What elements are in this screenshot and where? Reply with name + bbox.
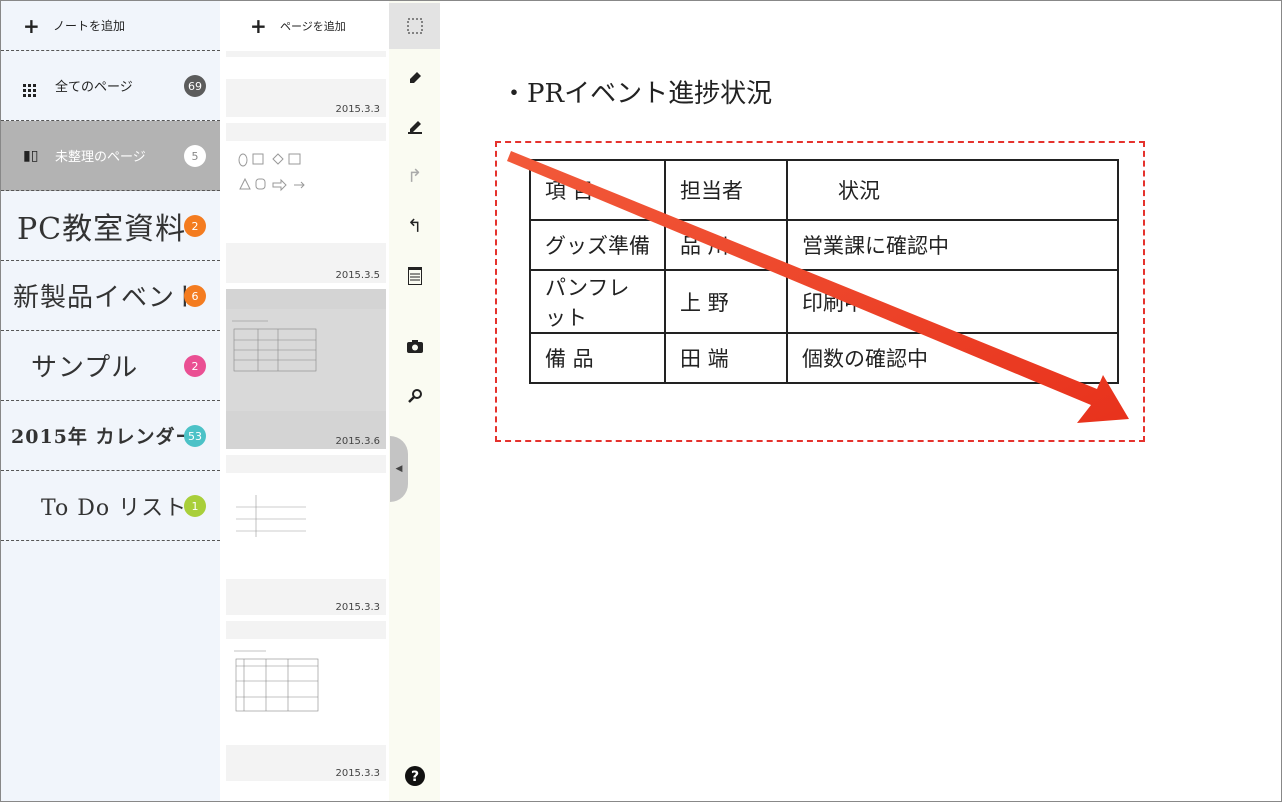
shapes-sketch xyxy=(238,153,305,192)
table-header-cell: 状況 xyxy=(786,158,1119,222)
collapse-panel-handle[interactable]: ◀ xyxy=(390,436,408,502)
camera-button[interactable] xyxy=(389,323,440,369)
table-header-cell: 項 目 xyxy=(529,158,666,222)
redo-icon: ↱ xyxy=(406,165,423,187)
undo-icon: ↰ xyxy=(406,215,423,237)
help-icon: ? xyxy=(404,766,425,786)
lasso-select-tool[interactable] xyxy=(389,3,440,49)
page-count-badge: 5 xyxy=(184,145,206,167)
page-count-badge: 69 xyxy=(184,75,206,97)
page-count-badge: 1 xyxy=(184,495,206,517)
book-icon: ▮▯ xyxy=(23,147,39,164)
tool-palette: ↱ ↰ ? xyxy=(389,1,440,801)
grid-icon xyxy=(23,75,55,97)
table-row: パンフレット 上 野 印刷中 xyxy=(529,269,1119,334)
page-thumbnail[interactable]: 2015.3.3 xyxy=(226,455,386,615)
add-page-button[interactable]: + ページを追加 xyxy=(226,1,386,51)
handwritten-title: ・PRイベント進捗状況 xyxy=(501,79,773,109)
camera-icon xyxy=(406,340,423,353)
table-cell: 営業課に確認中 xyxy=(786,219,1119,272)
notebook-item-all-pages[interactable]: 全てのページ 69 xyxy=(1,51,220,121)
table-sketch xyxy=(232,320,317,372)
notebook-item-todo[interactable]: To Do リスト 1 xyxy=(1,471,220,541)
table-cell: 印刷中 xyxy=(786,269,1119,334)
table-cell: 上 野 xyxy=(664,269,788,334)
page-thumbnail[interactable]: 2015.3.3 xyxy=(226,51,386,117)
page-thumbnail[interactable]: 2015.3.3 xyxy=(226,621,386,781)
table-cell: 品 川 xyxy=(664,219,788,272)
table-header-cell: 担当者 xyxy=(664,158,788,222)
table-cell: パンフレット xyxy=(529,269,666,334)
page-count-badge: 6 xyxy=(184,285,206,307)
page-list: + ページを追加 2015.3.3 2015.3.5 2015.3.6 2015… xyxy=(226,1,386,801)
plus-icon: + xyxy=(23,13,40,38)
notebook-label: 全てのページ xyxy=(55,80,133,95)
page-date: 2015.3.6 xyxy=(335,436,380,447)
notebook-title-handwritten: 2015年 カレンダー xyxy=(11,426,196,448)
notebook-title-handwritten: To Do リスト xyxy=(41,495,188,521)
redo-button[interactable]: ↱ xyxy=(389,153,440,199)
notebook-item-sample[interactable]: サンプル 2 xyxy=(1,331,220,401)
add-note-label: ノートを追加 xyxy=(53,19,126,33)
lined-page-icon xyxy=(407,267,422,285)
pen-tool[interactable] xyxy=(389,103,440,149)
page-thumbnail-selected[interactable]: 2015.3.6 xyxy=(226,289,386,449)
add-note-button[interactable]: + ノートを追加 xyxy=(1,1,220,51)
table-sketch xyxy=(234,650,319,712)
table-cell: 田 端 xyxy=(664,331,788,385)
search-icon xyxy=(407,389,422,403)
notebook-label: 未整理のページ xyxy=(55,150,146,165)
notebook-item-calendar[interactable]: 2015年 カレンダー 53 xyxy=(1,401,220,471)
page-thumbnail[interactable]: 2015.3.5 xyxy=(226,123,386,283)
notebook-title-handwritten: 新製品イベント xyxy=(13,283,203,313)
table-cell: 個数の確認中 xyxy=(786,331,1119,385)
notebook-sidebar: + ノートを追加 全てのページ 69 ▮▯ 未整理のページ 5 PC教室資料 2… xyxy=(1,1,220,801)
table-cell: グッズ準備 xyxy=(529,219,666,272)
page-count-badge: 2 xyxy=(184,355,206,377)
search-button[interactable] xyxy=(389,373,440,419)
add-page-label: ページを追加 xyxy=(280,20,346,33)
page-date: 2015.3.3 xyxy=(335,104,380,115)
pen-icon xyxy=(407,121,422,134)
notebook-item-pc-class[interactable]: PC教室資料 2 xyxy=(1,191,220,261)
chevron-left-icon: ◀ xyxy=(395,464,403,474)
eraser-tool[interactable] xyxy=(389,53,440,99)
page-style-button[interactable] xyxy=(389,253,440,299)
notebook-title-handwritten: PC教室資料 xyxy=(17,211,187,247)
page-date: 2015.3.3 xyxy=(335,768,380,779)
page-date: 2015.3.5 xyxy=(335,270,380,281)
page-date: 2015.3.3 xyxy=(335,602,380,613)
table-header-row: 項 目 担当者 状況 xyxy=(529,158,1119,222)
page-count-badge: 2 xyxy=(184,215,206,237)
handwritten-table: 項 目 担当者 状況 グッズ準備 品 川 営業課に確認中 パンフレット 上 野 … xyxy=(529,158,1119,385)
eraser-icon xyxy=(409,72,421,83)
selection-icon xyxy=(407,18,422,34)
notebook-title-handwritten: サンプル xyxy=(31,353,139,383)
schedule-sketch xyxy=(236,495,306,537)
table-row: グッズ準備 品 川 営業課に確認中 xyxy=(529,219,1119,272)
help-button[interactable]: ? xyxy=(389,753,440,799)
notebook-item-unsorted[interactable]: ▮▯ 未整理のページ 5 xyxy=(1,121,220,191)
table-cell: 備 品 xyxy=(529,331,666,385)
page-count-badge: 53 xyxy=(184,425,206,447)
svg-text:?: ? xyxy=(410,769,418,785)
plus-icon: + xyxy=(250,14,267,38)
notebook-item-new-product-event[interactable]: 新製品イベント 6 xyxy=(1,261,220,331)
undo-button[interactable]: ↰ xyxy=(389,203,440,249)
note-canvas[interactable]: ・PRイベント進捗状況 項 目 担当者 状況 グッズ準備 品 川 営業課に確認中… xyxy=(441,1,1281,801)
table-row: 備 品 田 端 個数の確認中 xyxy=(529,331,1119,385)
